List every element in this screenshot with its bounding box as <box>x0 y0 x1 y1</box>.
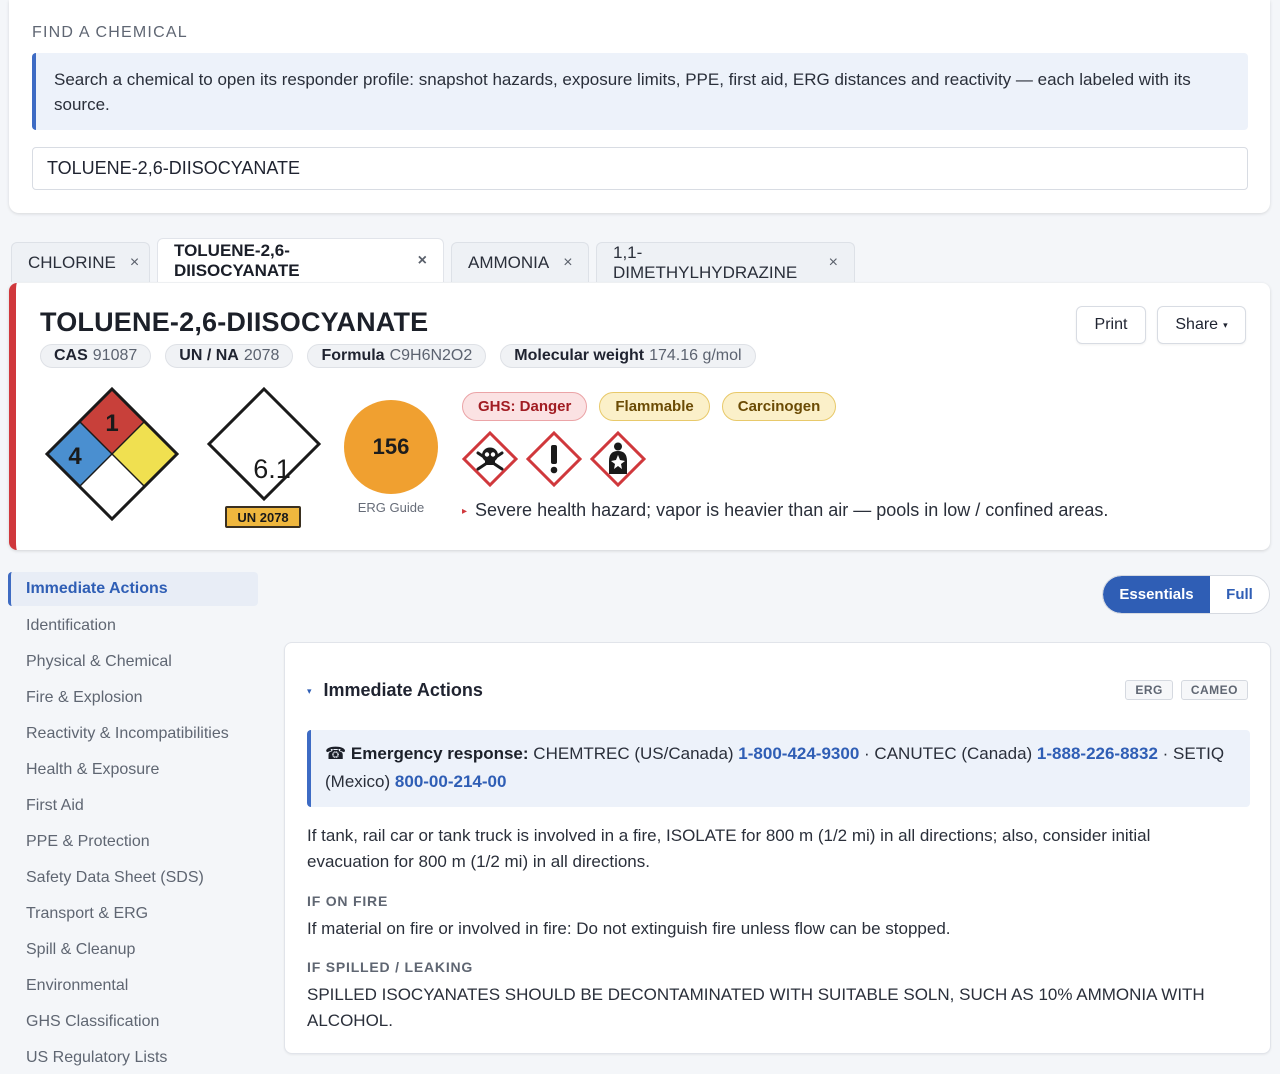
close-icon[interactable]: × <box>829 254 838 272</box>
tab-label: AMMONIA <box>468 252 550 272</box>
panel-header[interactable]: ▾ Immediate Actions <box>307 680 483 701</box>
chip-value: 91087 <box>92 347 138 364</box>
sidebar-item-environmental[interactable]: Environmental <box>8 968 258 1004</box>
health-hazard-icon <box>590 431 646 487</box>
sidebar-item-transport-erg[interactable]: Transport & ERG <box>8 896 258 932</box>
ghs-signal-badge: GHS: Danger <box>462 392 588 421</box>
erg-guide-label: ERG Guide <box>357 500 425 515</box>
search-title: FIND A CHEMICAL <box>32 24 188 41</box>
sidebar-item-ghs-classification[interactable]: GHS Classification <box>8 1004 258 1040</box>
if-spilled-text: SPILLED ISOCYANATES SHOULD BE DECONTAMIN… <box>307 985 1205 1030</box>
hazard-note-text: Severe health hazard; vapor is heavier t… <box>475 500 1109 520</box>
chemical-summary-card: TOLUENE-2,6-DIISOCYANATE CAS 91087 UN / N… <box>9 283 1270 550</box>
sidebar-item-fire-explosion[interactable]: Fire & Explosion <box>8 680 258 716</box>
source-tag-erg: ERG <box>1125 680 1173 700</box>
emergency-label: Emergency response: <box>350 744 529 763</box>
ghs-pictograms <box>462 431 646 487</box>
hazard-note: ▸ Severe health hazard; vapor is heavier … <box>462 500 1108 521</box>
emergency-response-box: ☎ Emergency response: CHEMTREC (US/Canad… <box>307 730 1250 807</box>
exclamation-icon <box>526 431 582 487</box>
sidebar-item-spill-cleanup[interactable]: Spill & Cleanup <box>8 932 258 968</box>
dot-placard-icon: 6.1 <box>206 386 322 502</box>
chemical-search-input[interactable] <box>32 147 1248 190</box>
sidebar-item-health-exposure[interactable]: Health & Exposure <box>8 752 258 788</box>
source-tags: ERG CAMEO <box>1125 680 1248 700</box>
tab-ammonia[interactable]: AMMONIA × <box>451 242 589 282</box>
nfpa-flammability-value: 1 <box>105 410 118 437</box>
chemtrec-text: CHEMTREC (US/Canada) <box>533 744 734 763</box>
source-tag-cameo: CAMEO <box>1180 680 1248 700</box>
un-number-badge: UN 2078 <box>225 506 301 528</box>
nfpa-diamond: 1 4 <box>44 386 180 522</box>
identifier-chips: CAS 91087 UN / NA 2078 Formula C9H6N2O2 Mol… <box>40 344 756 368</box>
search-card: FIND A CHEMICAL Search a chemical to ope… <box>9 0 1270 213</box>
un-na-chip: UN / NA 2078 <box>165 344 294 368</box>
full-toggle-button[interactable]: Full <box>1210 576 1269 613</box>
triangle-right-icon: ▸ <box>462 506 468 517</box>
sidebar-item-reactivity[interactable]: Reactivity & Incompatibilities <box>8 716 258 752</box>
sidebar-item-identification[interactable]: Identification <box>8 608 258 644</box>
share-label: Share <box>1175 316 1219 333</box>
print-button[interactable]: Print <box>1076 306 1146 344</box>
sidebar-item-immediate-actions[interactable]: Immediate Actions <box>8 572 258 606</box>
chip-value: 174.16 g/mol <box>649 347 742 364</box>
chip-label: Molecular weight <box>514 347 645 364</box>
close-icon[interactable]: × <box>418 252 427 270</box>
chevron-down-icon: ▾ <box>1223 319 1228 330</box>
immediate-actions-panel: ▾ Immediate Actions ERG CAMEO ☎ Emergenc… <box>284 642 1271 1054</box>
sidebar-item-first-aid[interactable]: First Aid <box>8 788 258 824</box>
flammable-badge: Flammable <box>599 392 710 421</box>
chemtrec-phone-link[interactable]: 1-800-424-9300 <box>738 744 859 763</box>
if-on-fire-text: If material on fire or involved in fire:… <box>307 919 951 938</box>
view-mode-toggle: Essentials Full <box>1102 575 1270 614</box>
panel-title: Immediate Actions <box>323 680 483 700</box>
close-icon[interactable]: × <box>563 254 572 272</box>
tab-toluene-2-6-diisocyanate[interactable]: TOLUENE-2,6-DIISOCYANATE × <box>157 238 444 282</box>
sidebar-item-physical-chemical[interactable]: Physical & Chemical <box>8 644 258 680</box>
close-icon[interactable]: × <box>130 254 139 272</box>
canutec-phone-link[interactable]: 1-888-226-8832 <box>1037 744 1158 763</box>
tab-label: 1,1-DIMETHYLHYDRAZINE <box>613 242 798 282</box>
cas-chip: CAS 91087 <box>40 344 152 368</box>
molecular-weight-chip: Molecular weight 174.16 g/mol <box>500 344 756 368</box>
search-info-box: Search a chemical to open its responder … <box>32 53 1248 130</box>
sidebar-item-ppe-protection[interactable]: PPE & Protection <box>8 824 258 860</box>
carcinogen-badge: Carcinogen <box>721 392 837 421</box>
phone-icon: ☎ <box>325 744 347 763</box>
tab-label: CHLORINE <box>28 252 116 272</box>
chemical-name: TOLUENE-2,6-DIISOCYANATE <box>40 307 429 337</box>
share-button[interactable]: Share ▾ <box>1157 306 1246 344</box>
sidebar-item-sds[interactable]: Safety Data Sheet (SDS) <box>8 860 258 896</box>
tab-chlorine[interactable]: CHLORINE × <box>11 242 150 282</box>
chip-label: CAS <box>54 347 88 364</box>
essentials-toggle-button[interactable]: Essentials <box>1103 576 1210 613</box>
nfpa-health-value: 4 <box>68 443 82 470</box>
chip-label: UN / NA <box>179 347 239 364</box>
chip-value: C9H6N2O2 <box>389 347 473 364</box>
tab-1-1-dimethylhydrazine[interactable]: 1,1-DIMETHYLHYDRAZINE × <box>596 242 855 282</box>
chip-value: 2078 <box>243 347 280 364</box>
sidebar-item-us-regulatory-lists[interactable]: US Regulatory Lists <box>8 1040 258 1074</box>
if-spilled-heading: IF SPILLED / LEAKING <box>307 959 474 975</box>
formula-chip: Formula C9H6N2O2 <box>307 344 487 368</box>
setiq-phone-link[interactable]: 800-00-214-00 <box>395 772 507 791</box>
isolate-text: If tank, rail car or tank truck is invol… <box>307 826 1151 871</box>
if-on-fire-heading: IF ON FIRE <box>307 893 389 909</box>
ghs-badges: GHS: Danger Flammable Carcinogen <box>462 392 837 421</box>
separator: · <box>864 744 870 763</box>
skull-crossbones-icon <box>462 431 518 487</box>
chevron-down-icon[interactable]: ▾ <box>307 686 312 697</box>
dot-class-value: 6.1 <box>253 454 291 484</box>
separator: · <box>1162 744 1169 763</box>
chip-label: Formula <box>321 347 385 364</box>
section-sidebar: Immediate Actions Identification Physica… <box>8 572 258 1074</box>
canutec-text: CANUTEC (Canada) <box>874 744 1033 763</box>
erg-guide-badge[interactable]: 156 <box>344 400 438 494</box>
tab-label: TOLUENE-2,6-DIISOCYANATE <box>174 240 300 280</box>
